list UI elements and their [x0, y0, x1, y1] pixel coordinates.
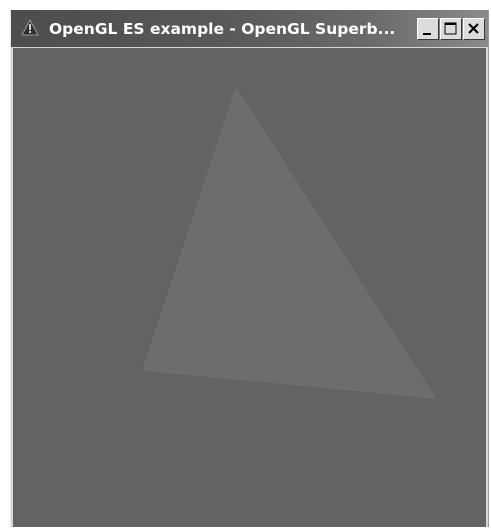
window-title: OpenGL ES example - OpenGL Superb...	[49, 20, 396, 38]
warning-triangle-icon	[21, 18, 39, 37]
app-window: OpenGL ES example - OpenGL Superb...	[10, 10, 489, 527]
opengl-canvas[interactable]	[13, 48, 486, 527]
title-bar[interactable]: OpenGL ES example - OpenGL Superb...	[11, 10, 488, 47]
close-button[interactable]	[463, 18, 485, 40]
close-icon	[468, 23, 479, 34]
maximize-icon	[444, 22, 457, 35]
rendered-triangle	[142, 86, 436, 399]
minimize-icon	[423, 33, 431, 35]
minimize-button[interactable]	[417, 18, 439, 40]
maximize-button[interactable]	[440, 18, 462, 40]
